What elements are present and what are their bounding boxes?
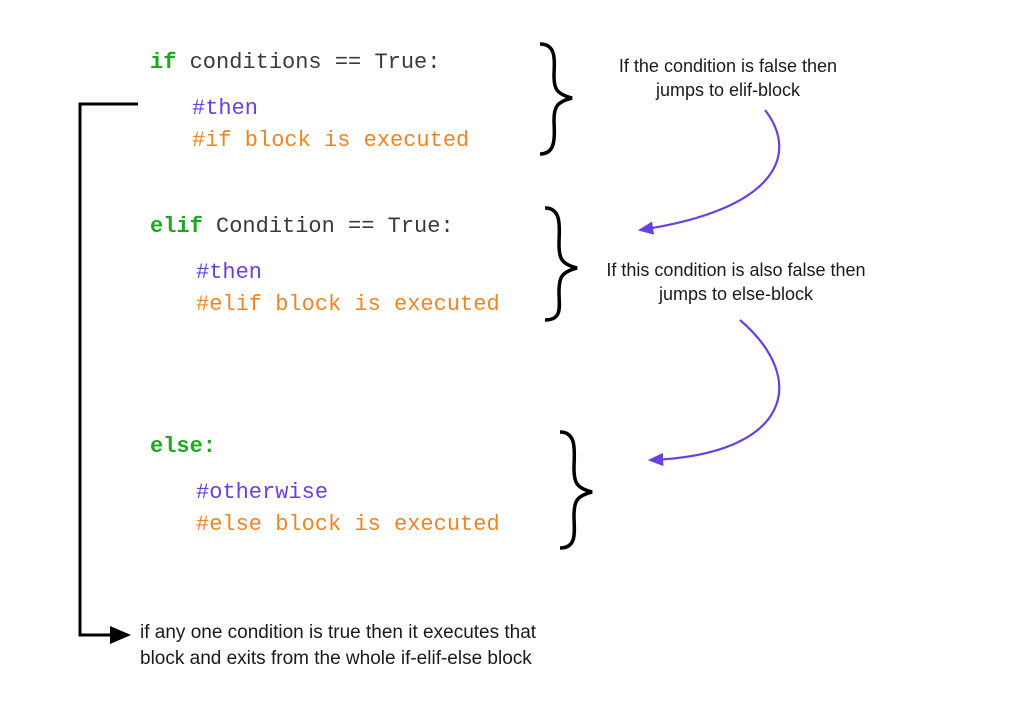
elif-statement: elif Condition == True: — [150, 214, 454, 239]
if-annotation-l2: jumps to elif-block — [656, 80, 800, 100]
elif-body-comment: #elif block is executed — [196, 292, 500, 317]
exit-annotation-l2: block and exits from the whole if-elif-e… — [140, 648, 532, 669]
elif-annotation-l2: jumps to else-block — [659, 284, 813, 304]
if-keyword: if — [150, 50, 176, 75]
else-statement: else: — [150, 434, 216, 459]
brace-else-icon — [560, 432, 592, 548]
if-annotation-l1: If the condition is false then — [619, 56, 837, 76]
if-annotation: If the condition is false then jumps to … — [588, 54, 868, 103]
diagram-overlay — [0, 0, 1024, 724]
if-then-comment: #then — [192, 96, 258, 121]
arrow-if-to-elif-icon — [640, 110, 779, 230]
brace-if-icon — [540, 44, 572, 154]
brace-elif-icon — [545, 208, 577, 320]
if-condition-text: conditions == True: — [176, 50, 440, 75]
elif-annotation: If this condition is also false then jum… — [576, 258, 896, 307]
elif-annotation-l1: If this condition is also false then — [606, 260, 865, 280]
elif-condition-text: Condition == True: — [203, 214, 454, 239]
elif-then-comment: #then — [196, 260, 262, 285]
exit-annotation-l1: if any one condition is true then it exe… — [140, 622, 536, 643]
else-body-comment: #else block is executed — [196, 512, 500, 537]
arrow-elif-to-else-icon — [650, 320, 779, 460]
elif-keyword: elif — [150, 214, 203, 239]
else-then-comment: #otherwise — [196, 480, 328, 505]
if-statement: if conditions == True: — [150, 50, 440, 75]
exit-annotation: if any one condition is true then it exe… — [140, 620, 640, 671]
arrow-exit-icon — [80, 104, 138, 635]
else-keyword: else: — [150, 434, 216, 459]
if-body-comment: #if block is executed — [192, 128, 469, 153]
